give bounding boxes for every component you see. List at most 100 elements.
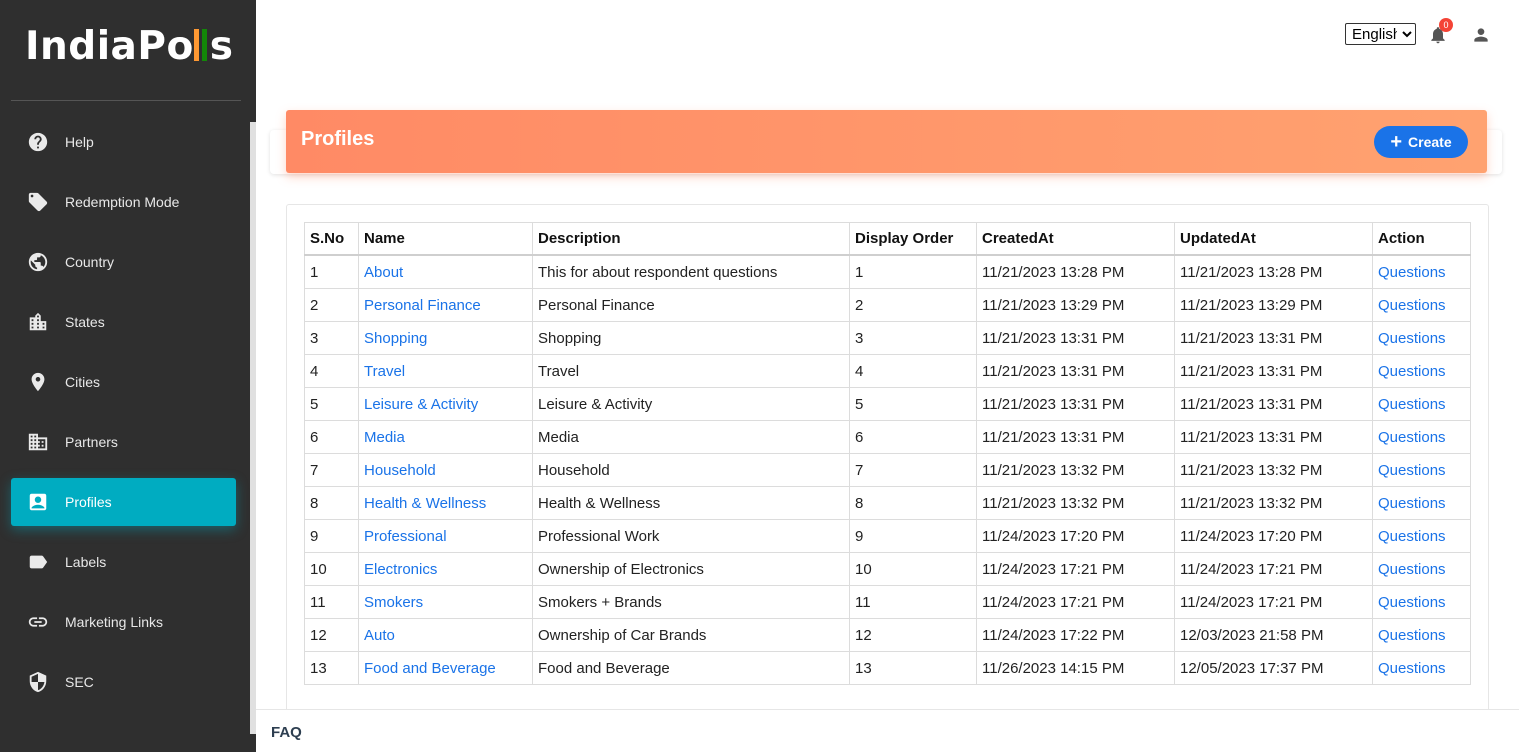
column-header-sno: S.No — [304, 222, 359, 256]
cell-created-at: 11/26/2023 14:15 PM — [976, 651, 1175, 685]
language-select[interactable]: English — [1345, 23, 1416, 45]
profile-name-link[interactable]: Media — [358, 420, 533, 454]
user-menu-button[interactable] — [1471, 25, 1491, 47]
cell-updated-at: 11/21/2023 13:32 PM — [1174, 486, 1373, 520]
cell-updated-at: 11/21/2023 13:31 PM — [1174, 354, 1373, 388]
questions-link[interactable]: Questions — [1372, 552, 1471, 586]
profile-name-link[interactable]: Professional — [358, 519, 533, 553]
questions-link[interactable]: Questions — [1372, 453, 1471, 487]
cell-description: Smokers + Brands — [532, 585, 850, 619]
cell-display-order: 10 — [849, 552, 977, 586]
cell-updated-at: 11/24/2023 17:21 PM — [1174, 552, 1373, 586]
table-row: 13 Food and Beverage Food and Beverage 13 11… — [304, 651, 1471, 685]
sidebar: IndiaPo s Help Redemption Mode Country St… — [0, 0, 256, 752]
column-header-description: Description — [532, 222, 850, 256]
questions-link[interactable]: Questions — [1372, 288, 1471, 322]
cell-description: Household — [532, 453, 850, 487]
cell-updated-at: 11/21/2023 13:31 PM — [1174, 387, 1373, 421]
table-row: 5 Leisure & Activity Leisure & Activity 5 11… — [304, 387, 1471, 421]
sidebar-item-label: Redemption Mode — [65, 194, 180, 210]
cell-description: This for about respondent questions — [532, 254, 850, 289]
cell-display-order: 2 — [849, 288, 977, 322]
column-header-created-at: CreatedAt — [976, 222, 1175, 256]
sidebar-item-label: Country — [65, 254, 115, 270]
cell-updated-at: 11/21/2023 13:29 PM — [1174, 288, 1373, 322]
cell-display-order: 13 — [849, 651, 977, 685]
profile-name-link[interactable]: Food and Beverage — [358, 651, 533, 685]
cell-display-order: 8 — [849, 486, 977, 520]
cell-updated-at: 11/24/2023 17:20 PM — [1174, 519, 1373, 553]
profile-name-link[interactable]: Shopping — [358, 321, 533, 355]
cell-created-at: 11/21/2023 13:32 PM — [976, 486, 1175, 520]
cell-description: Media — [532, 420, 850, 454]
sidebar-item-country[interactable]: Country — [11, 238, 236, 286]
cell-display-order: 5 — [849, 387, 977, 421]
cell-sno: 8 — [304, 486, 359, 520]
column-header-updated-at: UpdatedAt — [1174, 222, 1373, 256]
questions-link[interactable]: Questions — [1372, 387, 1471, 421]
table-row: 1 About This for about respondent question… — [304, 254, 1471, 289]
business-icon — [27, 431, 49, 453]
notification-badge: 0 — [1439, 18, 1453, 32]
profile-name-link[interactable]: Travel — [358, 354, 533, 388]
cell-sno: 10 — [304, 552, 359, 586]
sidebar-item-label: States — [65, 314, 105, 330]
profile-name-link[interactable]: About — [358, 254, 533, 289]
profile-name-link[interactable]: Electronics — [358, 552, 533, 586]
questions-link[interactable]: Questions — [1372, 486, 1471, 520]
sidebar-scrollbar[interactable] — [250, 122, 256, 734]
brand-logo[interactable]: IndiaPo s — [25, 24, 233, 69]
cell-description: Personal Finance — [532, 288, 850, 322]
sidebar-item-profiles[interactable]: Profiles — [11, 478, 236, 526]
cell-display-order: 1 — [849, 254, 977, 289]
questions-link[interactable]: Questions — [1372, 585, 1471, 619]
sidebar-item-label: Partners — [65, 434, 118, 450]
label-icon — [27, 551, 49, 573]
shield-icon — [27, 671, 49, 693]
sidebar-item-redemption-mode[interactable]: Redemption Mode — [11, 178, 236, 226]
cell-sno: 12 — [304, 618, 359, 652]
sidebar-item-cities[interactable]: Cities — [11, 358, 236, 406]
logo-text-end: s — [209, 24, 234, 69]
profile-name-link[interactable]: Smokers — [358, 585, 533, 619]
sidebar-item-help[interactable]: Help — [11, 118, 236, 166]
faq-link[interactable]: FAQ — [271, 724, 302, 741]
cell-updated-at: 11/21/2023 13:31 PM — [1174, 321, 1373, 355]
questions-link[interactable]: Questions — [1372, 321, 1471, 355]
questions-link[interactable]: Questions — [1372, 354, 1471, 388]
sidebar-item-partners[interactable]: Partners — [11, 418, 236, 466]
bell-icon — [1428, 27, 1448, 49]
column-header-name: Name — [358, 222, 533, 256]
column-header-display-order: Display Order — [849, 222, 977, 256]
cell-description: Ownership of Electronics — [532, 552, 850, 586]
cell-created-at: 11/24/2023 17:22 PM — [976, 618, 1175, 652]
questions-link[interactable]: Questions — [1372, 651, 1471, 685]
page-header: Profiles + Create — [286, 110, 1487, 173]
logo-bar-saffron — [193, 29, 199, 61]
sidebar-item-sec[interactable]: SEC — [11, 658, 236, 706]
profile-name-link[interactable]: Auto — [358, 618, 533, 652]
profiles-table: S.No Name Description Display Order Crea… — [304, 222, 1471, 685]
profile-name-link[interactable]: Health & Wellness — [358, 486, 533, 520]
cell-updated-at: 11/24/2023 17:21 PM — [1174, 585, 1373, 619]
questions-link[interactable]: Questions — [1372, 618, 1471, 652]
sidebar-item-marketing-links[interactable]: Marketing Links — [11, 598, 236, 646]
table-row: 10 Electronics Ownership of Electronics 10 1… — [304, 552, 1471, 586]
table-row: 12 Auto Ownership of Car Brands 12 11/24/202… — [304, 618, 1471, 652]
create-button[interactable]: + Create — [1374, 126, 1468, 158]
profile-name-link[interactable]: Leisure & Activity — [358, 387, 533, 421]
questions-link[interactable]: Questions — [1372, 420, 1471, 454]
profile-name-link[interactable]: Personal Finance — [358, 288, 533, 322]
cell-created-at: 11/21/2023 13:31 PM — [976, 354, 1175, 388]
cell-description: Travel — [532, 354, 850, 388]
logo-bar-green — [201, 29, 207, 61]
cell-description: Food and Beverage — [532, 651, 850, 685]
questions-link[interactable]: Questions — [1372, 254, 1471, 289]
sidebar-item-states[interactable]: States — [11, 298, 236, 346]
profile-name-link[interactable]: Household — [358, 453, 533, 487]
sidebar-item-label: Cities — [65, 374, 101, 390]
questions-link[interactable]: Questions — [1372, 519, 1471, 553]
cell-sno: 1 — [304, 254, 359, 289]
sidebar-item-labels[interactable]: Labels — [11, 538, 236, 586]
cell-created-at: 11/21/2023 13:28 PM — [976, 254, 1175, 289]
